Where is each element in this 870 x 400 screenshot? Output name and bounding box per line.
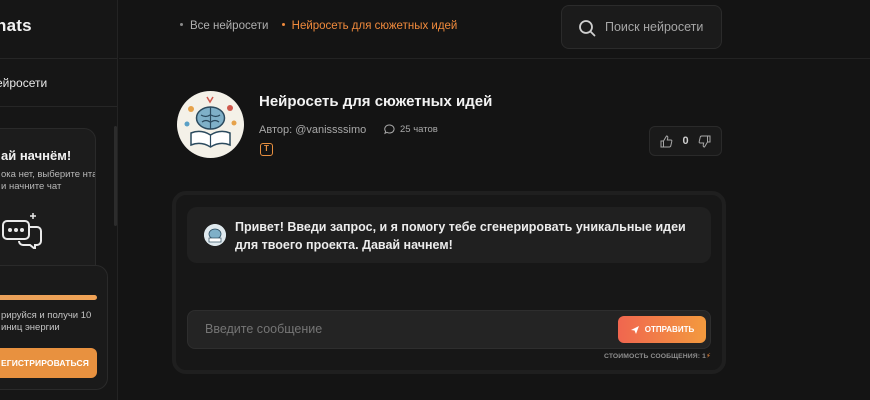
thumbs-up-icon[interactable] xyxy=(660,134,673,148)
breadcrumb-item-current[interactable]: Нейросеть для сюжетных идей xyxy=(292,20,458,32)
send-button-label: ОТПРАВИТЬ xyxy=(644,325,695,334)
thumbs-down-icon[interactable] xyxy=(698,135,711,148)
send-button[interactable]: ОТПРАВИТЬ xyxy=(618,316,706,343)
message-avatar xyxy=(204,224,226,246)
sidebar-item-networks[interactable]: ейросети xyxy=(0,76,47,90)
divider xyxy=(0,58,117,59)
energy-progress-bar xyxy=(0,295,97,300)
bullet-icon xyxy=(180,23,183,27)
register-text: рируйся и получи 10 иниц энергии xyxy=(1,310,92,333)
page-title: Нейросеть для сюжетных идей xyxy=(259,93,493,110)
energy-icon: ⚡ xyxy=(705,353,711,360)
brand-logo-text[interactable]: hats xyxy=(0,16,32,36)
chat-count: 25 чатов xyxy=(384,124,438,135)
brain-book-icon xyxy=(177,91,244,158)
bot-avatar xyxy=(177,91,244,158)
divider xyxy=(0,106,117,107)
rating-widget: 0 xyxy=(649,126,722,156)
sidebar-scrollbar[interactable] xyxy=(114,126,117,226)
send-icon xyxy=(630,325,639,334)
comment-icon xyxy=(384,124,395,135)
start-chat-text: ока нет, выберите нта и начните чат xyxy=(1,169,96,192)
message-input[interactable] xyxy=(205,322,605,336)
text-type-badge: T xyxy=(260,143,273,156)
breadcrumb: Все нейросети Нейросеть для сюжетных иде… xyxy=(180,20,457,32)
register-card: рируйся и получи 10 иниц энергии ЕГИСТРИ… xyxy=(0,265,108,390)
chat-bot-icon xyxy=(2,213,42,249)
start-chat-card: ай начнём! ока нет, выберите нта и начни… xyxy=(0,128,96,278)
message-cost: СТОИМОСТЬ СООБЩЕНИЯ: 1⚡ xyxy=(604,352,711,360)
search-icon xyxy=(579,20,596,37)
message-cost-label: СТОИМОСТЬ СООБЩЕНИЯ: 1 xyxy=(604,353,706,360)
like-count: 0 xyxy=(682,135,689,147)
brain-icon xyxy=(204,224,226,246)
start-chat-title: ай начнём! xyxy=(1,148,72,163)
message-input-box[interactable]: ОТПРАВИТЬ xyxy=(187,310,711,349)
bot-author[interactable]: Автор: @vanissssimo xyxy=(259,124,366,136)
search-input[interactable]: Поиск нейросети xyxy=(605,20,703,34)
bullet-icon xyxy=(281,23,285,27)
bot-message-text: Привет! Введи запрос, и я помогу тебе сг… xyxy=(235,220,686,252)
register-button[interactable]: ЕГИСТРИРОВАТЬСЯ xyxy=(0,348,97,378)
search-box[interactable]: Поиск нейросети xyxy=(561,5,722,49)
divider xyxy=(119,58,870,59)
chat-count-label: 25 чатов xyxy=(400,124,438,135)
sidebar: hats ейросети ай начнём! ока нет, выбери… xyxy=(0,0,118,400)
breadcrumb-item-all[interactable]: Все нейросети xyxy=(190,20,268,32)
